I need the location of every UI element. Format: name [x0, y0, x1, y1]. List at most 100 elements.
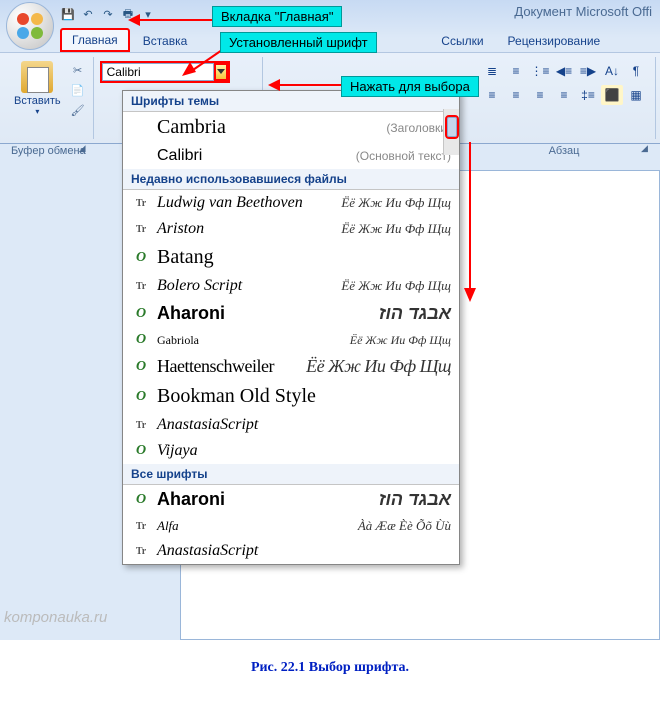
opentype-icon: O: [131, 359, 151, 375]
arrow-to-tab-icon: [128, 10, 214, 30]
font-list-item[interactable]: O Batang: [123, 242, 459, 273]
font-item-hint: (Основной текст): [356, 149, 451, 163]
font-item-name: Calibri: [157, 147, 356, 165]
tab-review[interactable]: Рецензирование: [497, 29, 612, 52]
font-list-item[interactable]: O HaettenschweilerЁё Жж Ии Фф Щщ: [123, 352, 459, 381]
undo-icon[interactable]: ↶: [80, 6, 96, 22]
truetype-icon: Tr: [131, 278, 151, 294]
scroll-thumb[interactable]: [447, 117, 457, 137]
document-title: Документ Microsoft Offi: [514, 4, 652, 19]
paragraph-group: ≣ ≡ ⋮≡ ◀≡ ≡▶ A↓ ¶ ≡ ≡ ≡ ≡ ‡≡ ⬛ ▦ Абзац ◢: [473, 57, 656, 139]
sort-icon[interactable]: A↓: [601, 61, 623, 81]
opentype-icon: O: [131, 306, 151, 322]
font-item-sample: Ёё Жж Ии Фф Щщ: [306, 356, 451, 377]
font-item-name: Bookman Old Style: [157, 385, 451, 408]
tab-home[interactable]: Главная: [60, 28, 130, 52]
font-item-name: Ariston: [157, 220, 341, 238]
font-item-name: Haettenschweiler: [157, 356, 306, 377]
opentype-icon: O: [131, 389, 151, 405]
clipboard-launcher-icon[interactable]: ◢: [79, 143, 91, 155]
font-item-hint: (Заголовки): [386, 121, 451, 135]
font-item-name: Vijaya: [157, 442, 451, 460]
shading-icon[interactable]: ⬛: [601, 85, 623, 105]
justify-icon[interactable]: ≡: [553, 85, 575, 105]
font-item-sample: Ёё Жж Ии Фф Щщ: [350, 333, 451, 348]
font-item-name: Batang: [157, 246, 451, 269]
arrow-to-fontbox-icon: [182, 48, 224, 76]
multilevel-icon[interactable]: ⋮≡: [529, 61, 551, 81]
opentype-icon: O: [131, 250, 151, 266]
font-list-item[interactable]: O Aharoniאבגד הוז: [123, 299, 459, 328]
bullets-icon[interactable]: ≣: [481, 61, 503, 81]
font-list-item[interactable]: Tr AlfaÀà Ææ Èè Õõ Ùù: [123, 514, 459, 538]
office-button[interactable]: [6, 2, 54, 50]
font-item-name: Cambria: [157, 116, 386, 139]
figure-caption: Рис. 22.1 Выбор шрифта.: [0, 640, 660, 696]
line-spacing-icon[interactable]: ‡≡: [577, 85, 599, 105]
font-item-name: Aharoni: [157, 489, 379, 510]
font-item-name: Aharoni: [157, 303, 379, 324]
font-list-item[interactable]: Tr AristonЁё Жж Ии Фф Щщ: [123, 216, 459, 242]
word-window: 💾 ↶ ↷ 🖶 ▾ Документ Microsoft Offi Главна…: [0, 0, 660, 640]
callout-tab: Вкладка "Главная": [212, 6, 342, 27]
dd-header-recent: Недавно использовавшиеся файлы: [123, 169, 459, 190]
opentype-icon: O: [131, 492, 151, 508]
paragraph-launcher-icon[interactable]: ◢: [641, 143, 653, 155]
office-logo-icon: [15, 11, 45, 41]
numbering-icon[interactable]: ≡: [505, 61, 527, 81]
font-item-name: Gabriola: [157, 333, 350, 348]
font-list-item[interactable]: Cambria(Заголовки): [123, 112, 459, 143]
align-right-icon[interactable]: ≡: [529, 85, 551, 105]
opentype-icon: O: [131, 443, 151, 459]
truetype-icon: Tr: [131, 417, 151, 433]
align-left-icon[interactable]: ≡: [481, 85, 503, 105]
font-item-sample: Àà Ææ Èè Õõ Ùù: [358, 518, 451, 534]
callout-select: Нажать для выбора: [341, 76, 479, 97]
copy-icon[interactable]: 📄: [69, 81, 87, 99]
font-item-name: AnastasiaScript: [157, 542, 451, 560]
font-item-sample: Ёё Жж Ии Фф Щщ: [341, 221, 451, 237]
arrow-down-icon: [462, 142, 478, 302]
font-item-sample: Ёё Жж Ии Фф Щщ: [341, 278, 451, 294]
align-center-icon[interactable]: ≡: [505, 85, 527, 105]
font-list-item[interactable]: Tr Bolero ScriptЁё Жж Ии Фф Щщ: [123, 273, 459, 299]
show-marks-icon[interactable]: ¶: [625, 61, 647, 81]
font-list-item[interactable]: Tr Ludwig van BeethovenЁё Жж Ии Фф Щщ: [123, 190, 459, 216]
callout-font: Установленный шрифт: [220, 32, 377, 53]
scrollbar[interactable]: [443, 109, 459, 155]
increase-indent-icon[interactable]: ≡▶: [577, 61, 599, 81]
save-icon[interactable]: 💾: [60, 6, 76, 22]
borders-icon[interactable]: ▦: [625, 85, 647, 105]
font-list-item[interactable]: O Aharoniאבגד הוז: [123, 485, 459, 514]
font-list-item[interactable]: TrAnastasiaScript: [123, 538, 459, 564]
font-list-item[interactable]: O Bookman Old Style: [123, 381, 459, 412]
decrease-indent-icon[interactable]: ◀≡: [553, 61, 575, 81]
font-item-sample: אבגד הוז: [379, 303, 451, 324]
format-painter-icon[interactable]: 🖌: [69, 101, 87, 119]
truetype-icon: Tr: [131, 221, 151, 237]
font-item-name: Alfa: [157, 518, 358, 534]
paste-button[interactable]: Вставить ▾: [10, 59, 65, 119]
font-dropdown-list: Шрифты темы Cambria(Заголовки)Calibri(Ос…: [122, 90, 460, 565]
watermark: komponauka.ru: [4, 609, 107, 626]
clipboard-group: Вставить ▾ ✂ 📄 🖌 Буфер обмена ◢: [4, 57, 94, 139]
paragraph-group-label: Абзац: [473, 145, 655, 157]
font-list-item[interactable]: Tr AnastasiaScript: [123, 412, 459, 438]
font-list-item[interactable]: O GabriolaЁё Жж Ии Фф Щщ: [123, 328, 459, 352]
dd-header-all: Все шрифты: [123, 464, 459, 485]
truetype-icon: Tr: [131, 518, 151, 534]
font-item-name: AnastasiaScript: [157, 416, 451, 434]
cut-icon[interactable]: ✂: [69, 61, 87, 79]
redo-icon[interactable]: ↷: [100, 6, 116, 22]
font-list-item[interactable]: O Vijaya: [123, 438, 459, 464]
opentype-icon: O: [131, 332, 151, 348]
font-item-sample: Ёё Жж Ии Фф Щщ: [341, 195, 451, 211]
arrow-to-ddbtn-icon: [268, 78, 344, 92]
font-item-name: Bolero Script: [157, 277, 341, 295]
truetype-icon: Tr: [131, 195, 151, 211]
font-list-item[interactable]: Calibri(Основной текст): [123, 143, 459, 169]
font-item-name: Ludwig van Beethoven: [157, 194, 341, 212]
paste-icon: [21, 61, 53, 93]
tab-links[interactable]: Ссылки: [430, 29, 494, 52]
font-item-sample: אבגד הוז: [379, 489, 451, 510]
